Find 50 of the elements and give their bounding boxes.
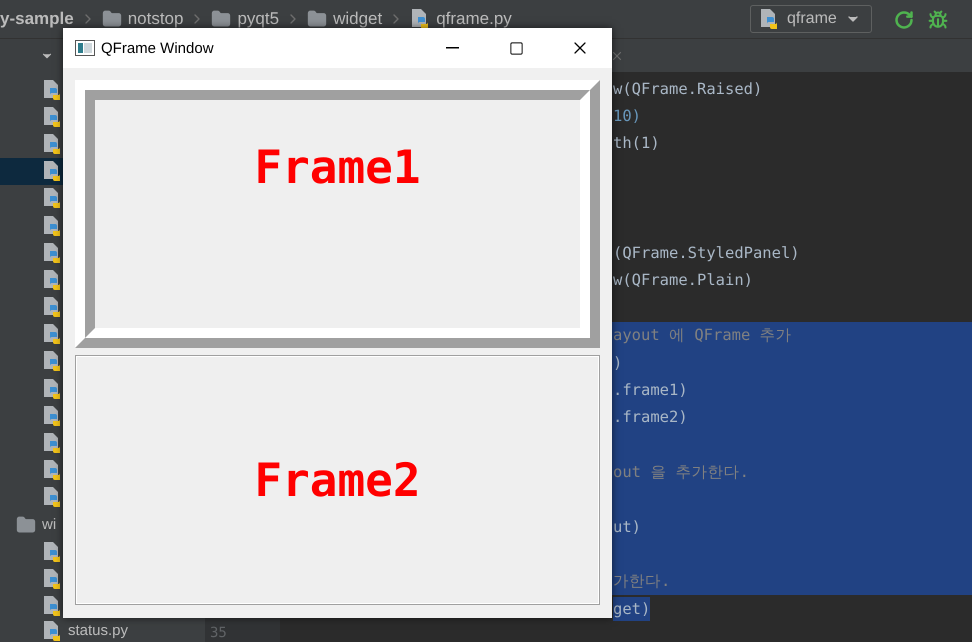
run-config-dropdown[interactable]: qframe	[750, 5, 872, 33]
python-file-icon	[42, 568, 62, 590]
python-file-icon	[42, 404, 62, 427]
python-file-icon	[42, 378, 62, 400]
code-line: w(QFrame.Raised)	[612, 78, 764, 100]
breadcrumb[interactable]: pyqt5	[237, 9, 280, 29]
python-file-icon	[42, 620, 62, 642]
code-line: w(QFrame.Plain)	[612, 270, 754, 292]
python-file-icon	[42, 242, 62, 264]
run-config-label: qframe	[787, 10, 837, 28]
python-file-icon	[42, 595, 62, 618]
project-tree-item[interactable]: status.py	[0, 620, 128, 642]
project-tree-item[interactable]	[0, 158, 63, 185]
breadcrumb[interactable]: notstop	[128, 9, 184, 29]
python-file-icon	[42, 187, 62, 210]
python-file-icon	[42, 432, 62, 454]
breadcrumb[interactable]: y-sample	[0, 9, 74, 29]
project-tree-item[interactable]: wi	[0, 511, 56, 538]
python-file-icon	[42, 296, 62, 318]
python-file-icon	[42, 486, 62, 508]
python-file-icon	[42, 106, 62, 128]
code-line: (QFrame.StyledPanel)	[612, 243, 801, 264]
rerun-icon[interactable]	[894, 10, 914, 30]
folder-icon	[307, 9, 328, 29]
python-file-icon	[42, 323, 62, 346]
code-line: 10)	[612, 106, 642, 128]
python-file-icon	[759, 8, 779, 30]
python-file-icon	[42, 350, 62, 372]
frame-label: Frame1	[254, 140, 421, 194]
python-file-icon	[410, 8, 430, 30]
window-title: QFrame Window	[101, 40, 215, 56]
python-file-icon	[42, 160, 62, 182]
python-file-icon	[42, 540, 62, 563]
app-icon	[75, 40, 95, 56]
project-item-label: status.py	[68, 622, 128, 640]
minimize-icon	[446, 47, 458, 49]
bug-icon[interactable]	[928, 10, 948, 30]
breadcrumb[interactable]: widget	[333, 9, 382, 29]
python-file-icon	[42, 459, 62, 482]
folder-icon	[16, 514, 36, 535]
python-file-icon	[42, 132, 62, 155]
maximize-icon	[508, 40, 524, 56]
folder-icon	[102, 9, 122, 29]
breadcrumb[interactable]: qframe.py	[436, 9, 512, 29]
project-item-label: wi	[42, 516, 56, 534]
code-line: th(1)	[612, 133, 661, 154]
folder-icon	[211, 9, 232, 29]
python-file-icon	[42, 268, 62, 291]
python-file-icon	[42, 214, 62, 237]
python-file-icon	[42, 78, 62, 101]
